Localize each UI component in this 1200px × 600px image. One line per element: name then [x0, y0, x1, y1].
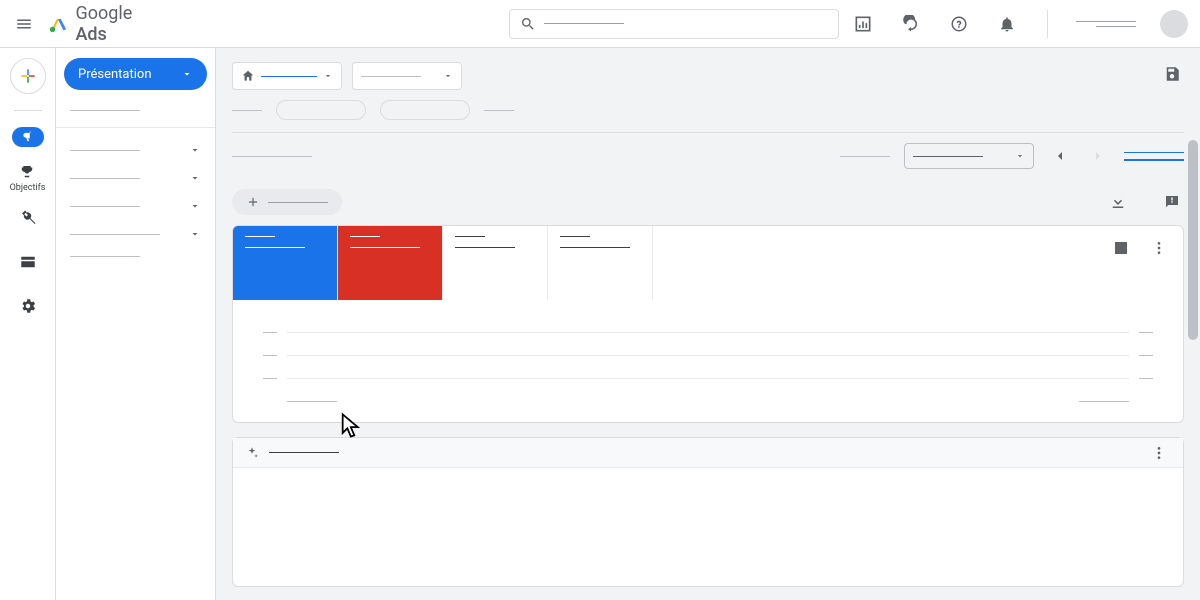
account-info[interactable]: [1076, 21, 1136, 27]
gear-icon: [19, 297, 37, 315]
google-ads-logo-icon: [48, 13, 70, 35]
download-button[interactable]: [1106, 190, 1130, 214]
metrics-card: [232, 225, 1184, 423]
scope-dropdown[interactable]: [232, 62, 342, 90]
action-row: [232, 189, 1184, 215]
card-icon: [19, 253, 37, 271]
nav-item-6[interactable]: [56, 248, 215, 265]
plus-icon: [246, 195, 260, 209]
chart-settings-button[interactable]: [1109, 236, 1133, 260]
sparkle-icon: [245, 446, 259, 460]
tag-pill-1[interactable]: [276, 100, 366, 120]
filter-dropdown[interactable]: [352, 62, 462, 90]
filter-bar: [232, 62, 1184, 90]
save-icon: [1163, 65, 1181, 83]
next-button: [1086, 144, 1110, 168]
divider: [1047, 10, 1048, 38]
create-button[interactable]: [10, 58, 46, 94]
card-menu-button[interactable]: [1147, 236, 1171, 260]
nav-item-4[interactable]: [56, 192, 215, 220]
avatar[interactable]: [1160, 10, 1188, 38]
bell-icon: [998, 15, 1016, 33]
nav-item-3[interactable]: [56, 164, 215, 192]
metric-tab-4[interactable]: [548, 226, 653, 300]
left-nav: Présentation: [56, 48, 216, 600]
logo-text: Google Ads: [75, 3, 167, 45]
tab-active[interactable]: [1124, 152, 1184, 161]
toolbar: [232, 132, 1184, 179]
topbar: Google Ads: [0, 0, 1200, 48]
caret-down-icon: [443, 71, 453, 81]
metric-tab-2[interactable]: [338, 226, 443, 300]
menu-button[interactable]: [12, 12, 36, 36]
rail-goals[interactable]: Objectifs: [10, 163, 46, 193]
search-input[interactable]: [509, 9, 839, 39]
prev-button[interactable]: [1048, 144, 1072, 168]
caret-down-icon: [1015, 151, 1025, 161]
add-button[interactable]: [232, 189, 342, 215]
chevron-down-icon: [189, 144, 201, 156]
nav-overview[interactable]: Présentation: [64, 58, 207, 90]
notifications-button[interactable]: [995, 12, 1019, 36]
reports-button[interactable]: [851, 12, 875, 36]
nav-item-5[interactable]: [56, 220, 215, 248]
feedback-icon: [1163, 193, 1181, 211]
metric-tab-3[interactable]: [443, 226, 548, 300]
breadcrumb-tags: [232, 100, 1184, 120]
more-vert-icon: [1151, 445, 1167, 461]
hamburger-icon: [15, 15, 33, 33]
date-range-select[interactable]: [904, 143, 1034, 169]
tag-label-2: [484, 110, 514, 111]
search-placeholder: [544, 23, 624, 24]
search-icon: [520, 16, 536, 32]
chevron-down-icon: [189, 200, 201, 212]
rail-goals-label: Objectifs: [10, 183, 46, 193]
tag-pill-2[interactable]: [380, 100, 470, 120]
x-axis-end: [1079, 401, 1129, 402]
trophy-icon: [18, 163, 36, 181]
toolbar-title: [232, 156, 312, 157]
tag-label-1: [232, 110, 262, 111]
rail-tools[interactable]: [19, 209, 37, 227]
refresh-button[interactable]: [899, 12, 923, 36]
plus-icon: [18, 66, 38, 86]
chart-icon: [1113, 240, 1129, 256]
scrollbar[interactable]: [1188, 140, 1198, 340]
more-vert-icon: [1151, 240, 1167, 256]
home-icon: [241, 69, 255, 83]
chevron-right-icon: [1090, 148, 1106, 164]
card2-title: [269, 452, 339, 453]
logo: Google Ads: [48, 3, 167, 45]
metric-tabs: [233, 226, 1183, 300]
campaigns-rail-button[interactable]: [12, 127, 44, 147]
left-rail: Objectifs: [0, 48, 56, 600]
feedback-button[interactable]: [1160, 190, 1184, 214]
chevron-down-icon: [181, 68, 193, 80]
help-icon: [950, 15, 968, 33]
save-button[interactable]: [1160, 62, 1184, 86]
chevron-down-icon: [189, 228, 201, 240]
main-content: [216, 48, 1200, 600]
nav-overview-label: Présentation: [78, 67, 152, 82]
rail-billing[interactable]: [19, 253, 37, 271]
metric-tab-1[interactable]: [233, 226, 338, 300]
download-icon: [1109, 193, 1127, 211]
chevron-down-icon: [189, 172, 201, 184]
recommendations-card: [232, 437, 1184, 587]
caret-down-icon: [323, 71, 333, 81]
rail-admin[interactable]: [19, 297, 37, 315]
nav-item-2[interactable]: [56, 136, 215, 164]
card2-menu-button[interactable]: [1147, 441, 1171, 465]
refresh-icon: [902, 15, 920, 33]
bar-chart-icon: [853, 14, 873, 34]
x-axis-start: [287, 401, 337, 402]
megaphone-icon: [21, 130, 35, 144]
nav-item-1[interactable]: [56, 102, 215, 119]
toolbar-label: [840, 156, 890, 157]
topbar-right: [851, 10, 1188, 38]
help-button[interactable]: [947, 12, 971, 36]
tools-icon: [19, 209, 37, 227]
chevron-left-icon: [1052, 148, 1068, 164]
chart-area: [233, 300, 1183, 422]
